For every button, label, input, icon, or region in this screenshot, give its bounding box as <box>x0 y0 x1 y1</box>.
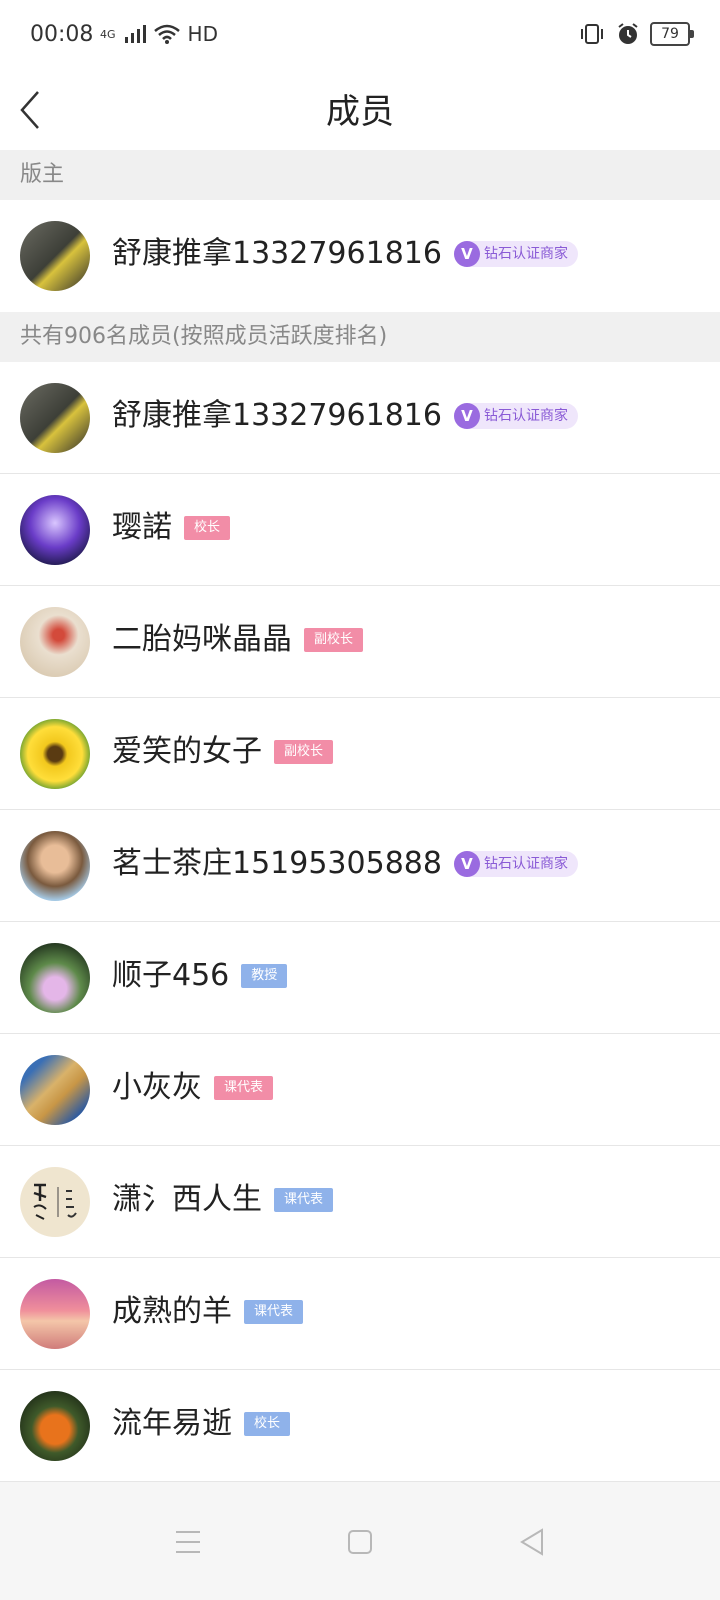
v-icon: V <box>453 403 480 429</box>
member-name-wrap: 小灰灰 课代表 <box>112 1068 274 1108</box>
member-name-wrap: 茗士茶庄15195305888 V 钻石认证商家 <box>112 844 578 884</box>
status-time: 00:08 <box>30 22 94 47</box>
system-nav-bar <box>0 1482 720 1600</box>
alarm-icon <box>618 23 638 44</box>
avatar <box>20 719 90 789</box>
list-item[interactable]: 璎諾 校长 <box>0 474 720 586</box>
avatar <box>20 943 90 1013</box>
member-name: 小灰灰 <box>112 1070 202 1105</box>
verified-badge: V 钻石认证商家 <box>453 403 578 429</box>
network-type: 4G <box>100 27 116 41</box>
v-icon: V <box>453 241 480 267</box>
avatar <box>20 607 90 677</box>
member-name: 潇氵西人生 <box>112 1182 262 1217</box>
list-item[interactable]: 二胎妈咪晶晶 副校长 <box>0 586 720 698</box>
badge-label: 钻石认证商家 <box>483 246 568 262</box>
list-item[interactable]: 潇氵西人生 课代表 <box>0 1146 720 1258</box>
status-bar: 00:08 4G HD 79 <box>0 0 720 72</box>
owner-name-wrap: 舒康推拿13327961816 V 钻石认证商家 <box>112 234 578 274</box>
role-badge: 课代表 <box>244 1300 304 1324</box>
triangle-back-icon <box>520 1528 543 1556</box>
menu-icon <box>176 1531 200 1553</box>
v-icon: V <box>453 851 480 877</box>
member-name: 爱笑的女子 <box>112 734 262 769</box>
battery-icon: 79 <box>650 22 694 46</box>
signal-icon <box>124 25 146 43</box>
role-badge: 教授 <box>241 964 288 988</box>
role-badge: 副校长 <box>274 740 334 764</box>
member-name: 流年易逝 <box>112 1406 232 1441</box>
role-badge: 副校长 <box>304 628 364 652</box>
list-item[interactable]: 爱笑的女子 副校长 <box>0 698 720 810</box>
back-nav-button[interactable] <box>508 1518 556 1566</box>
member-name-wrap: 爱笑的女子 副校长 <box>112 732 334 772</box>
hd-indicator: HD <box>187 22 218 46</box>
member-name: 顺子456 <box>112 958 230 993</box>
verified-badge: V 钻石认证商家 <box>453 851 578 877</box>
owner-section-header: 版主 <box>0 150 720 200</box>
avatar <box>20 1391 90 1461</box>
list-item[interactable]: 茗士茶庄15195305888 V 钻石认证商家 <box>0 810 720 922</box>
list-item[interactable]: 流年易逝 校长 <box>0 1370 720 1482</box>
member-name-wrap: 舒康推拿13327961816 V 钻石认证商家 <box>112 396 578 436</box>
badge-label: 钻石认证商家 <box>483 408 568 424</box>
list-item[interactable]: 舒康推拿13327961816 V 钻石认证商家 <box>0 362 720 474</box>
avatar <box>20 1279 90 1349</box>
member-name-wrap: 潇氵西人生 课代表 <box>112 1180 334 1220</box>
avatar <box>20 1055 90 1125</box>
member-name-wrap: 二胎妈咪晶晶 副校长 <box>112 620 364 660</box>
page-title: 成员 <box>326 92 394 132</box>
member-name-wrap: 成熟的羊 课代表 <box>112 1292 304 1332</box>
role-badge: 课代表 <box>214 1076 274 1100</box>
list-item[interactable]: 小灰灰 课代表 <box>0 1034 720 1146</box>
role-badge: 校长 <box>184 516 231 540</box>
home-button[interactable] <box>336 1518 384 1566</box>
square-icon <box>348 1530 372 1554</box>
wifi-icon <box>153 24 180 44</box>
member-name: 璎諾 <box>112 510 172 545</box>
status-left-icons: 4G HD <box>100 22 218 46</box>
member-name: 二胎妈咪晶晶 <box>112 622 292 657</box>
member-name: 舒康推拿13327961816 <box>112 398 442 433</box>
badge-label: 钻石认证商家 <box>483 856 568 872</box>
member-name: 茗士茶庄15195305888 <box>112 846 442 881</box>
member-name: 舒康推拿13327961816 <box>112 236 442 271</box>
vibrate-icon <box>581 24 603 44</box>
verified-badge: V 钻石认证商家 <box>453 241 578 267</box>
app-header: 成员 <box>0 72 720 150</box>
role-badge: 课代表 <box>274 1188 334 1212</box>
role-badge: 校长 <box>244 1412 291 1436</box>
owner-row[interactable]: 舒康推拿13327961816 V 钻石认证商家 <box>0 200 720 310</box>
menu-button[interactable] <box>164 1518 212 1566</box>
avatar <box>20 495 90 565</box>
avatar <box>20 221 90 291</box>
member-name: 成熟的羊 <box>112 1294 232 1329</box>
avatar <box>20 1167 90 1237</box>
avatar <box>20 831 90 901</box>
member-name-wrap: 顺子456 教授 <box>112 956 288 996</box>
members-section-header: 共有906名成员(按照成员活跃度排名) <box>0 312 720 362</box>
battery-level: 79 <box>661 26 679 42</box>
calligraphy-image <box>33 1183 77 1220</box>
avatar <box>20 383 90 453</box>
member-name-wrap: 璎諾 校长 <box>112 508 231 548</box>
member-name-wrap: 流年易逝 校长 <box>112 1404 291 1444</box>
list-item[interactable]: 顺子456 教授 <box>0 922 720 1034</box>
status-right-icons: 79 <box>578 22 694 46</box>
list-item[interactable]: 成熟的羊 课代表 <box>0 1258 720 1370</box>
